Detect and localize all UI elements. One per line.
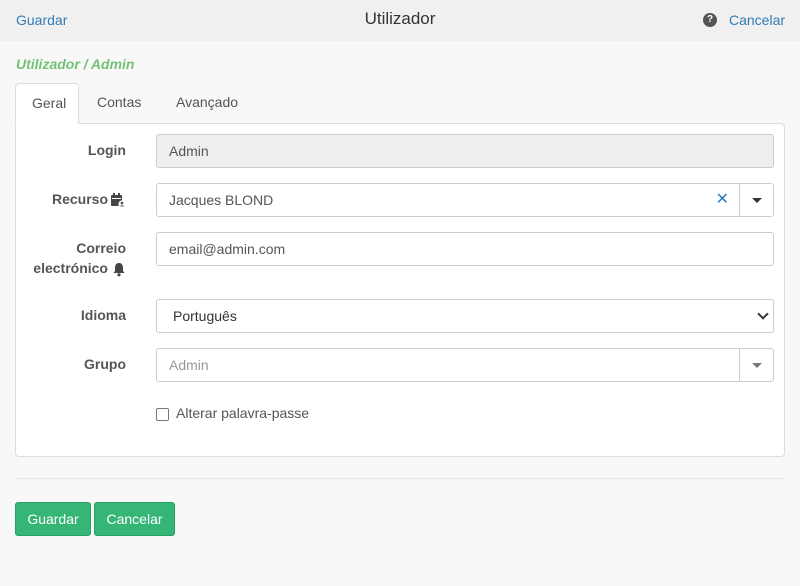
tab-accounts[interactable]: Contas — [81, 83, 157, 124]
change-password-label[interactable]: Alterar palavra-passe — [176, 405, 309, 421]
language-label: Idioma — [80, 307, 126, 323]
email-value: email@admin.com — [169, 241, 286, 257]
email-field[interactable]: email@admin.com — [156, 232, 774, 266]
caret-down-icon — [752, 363, 762, 368]
resource-dropdown-toggle[interactable] — [739, 184, 773, 216]
save-button[interactable]: Guardar — [15, 502, 91, 536]
group-select[interactable]: Admin — [156, 348, 774, 382]
login-value: Admin — [169, 143, 209, 159]
bell-icon — [112, 260, 126, 277]
language-value: Português — [173, 308, 237, 324]
resource-value: Jacques BLOND — [169, 192, 274, 208]
language-select[interactable]: Português — [156, 299, 774, 333]
tab-advanced[interactable]: Avançado — [160, 83, 254, 124]
email-label-line2: electrónico — [33, 260, 108, 276]
cancel-button[interactable]: Cancelar — [94, 502, 175, 536]
top-bar: Guardar Utilizador ? Cancelar — [0, 0, 800, 41]
header-save-link[interactable]: Guardar — [16, 12, 67, 28]
group-label: Grupo — [84, 356, 126, 372]
login-label: Login — [87, 142, 126, 158]
divider — [15, 478, 785, 479]
calendar-user-icon — [110, 191, 126, 208]
login-field: Admin — [156, 134, 774, 168]
tab-general[interactable]: Geral — [15, 83, 79, 124]
chevron-down-icon — [757, 308, 769, 320]
header-cancel-link[interactable]: Cancelar — [729, 12, 785, 28]
resource-label: Recurso — [51, 191, 108, 207]
caret-down-icon — [752, 198, 762, 203]
form-panel — [15, 123, 785, 457]
question-circle-icon[interactable]: ? — [703, 13, 717, 27]
change-password-checkbox[interactable] — [156, 408, 169, 421]
breadcrumb: Utilizador / Admin — [16, 56, 135, 72]
email-label-line1: Correio — [76, 240, 126, 256]
group-placeholder: Admin — [169, 357, 209, 373]
group-dropdown-toggle[interactable] — [739, 349, 773, 381]
clear-icon[interactable]: ✕ — [716, 184, 729, 216]
resource-select[interactable]: Jacques BLOND ✕ — [156, 183, 774, 217]
page-title: Utilizador — [364, 9, 436, 28]
